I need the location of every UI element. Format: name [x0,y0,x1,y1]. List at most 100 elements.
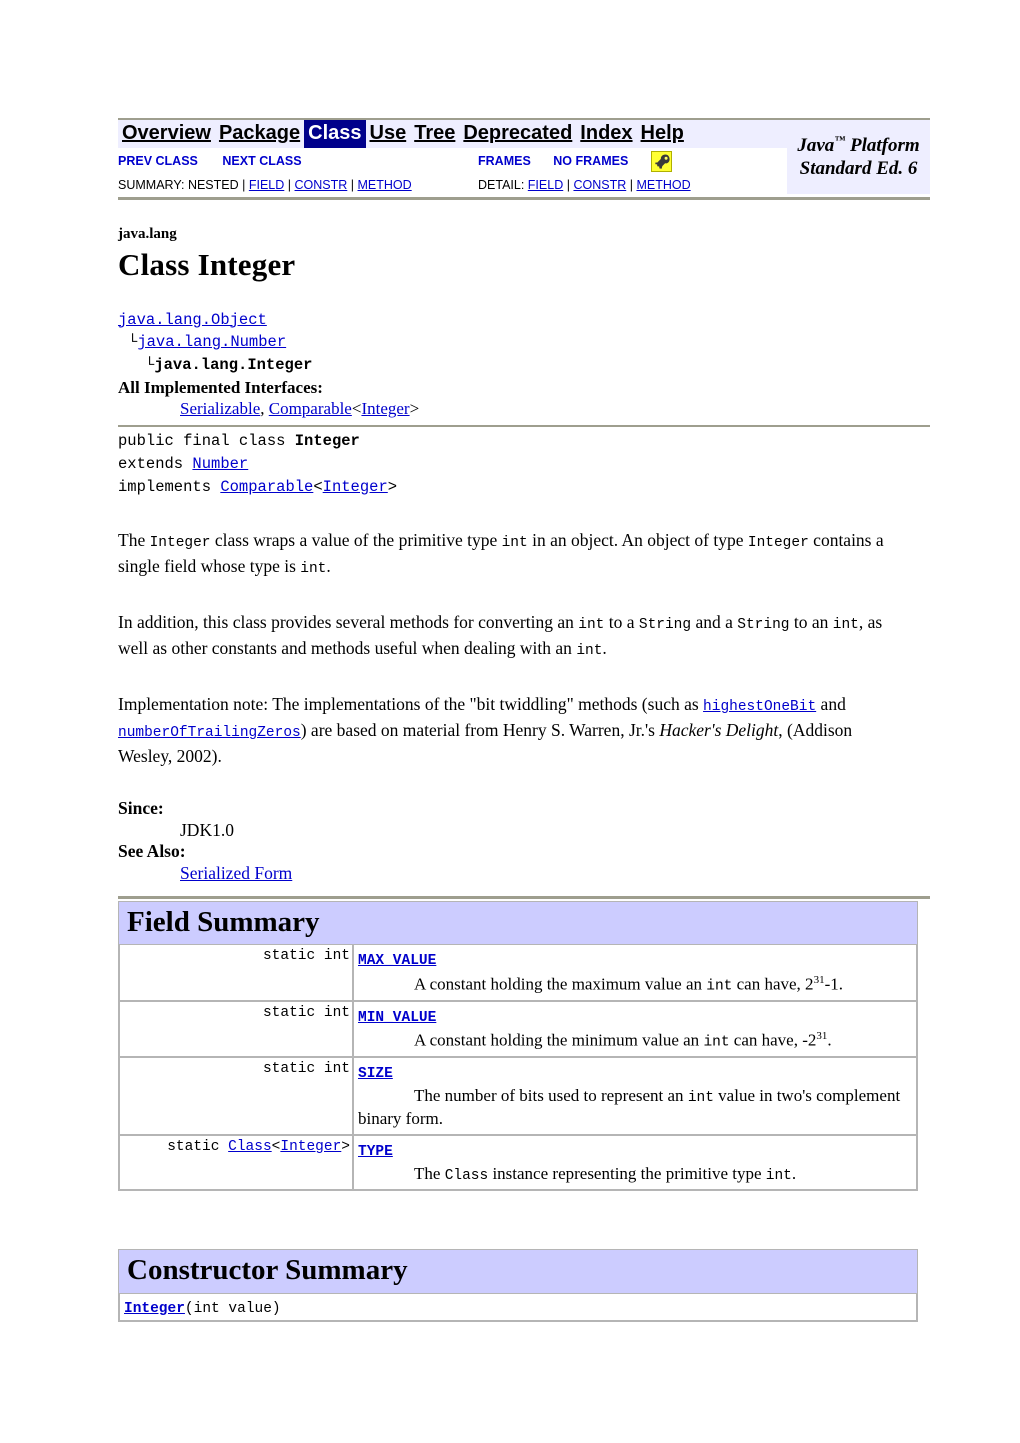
field-link-size[interactable]: SIZE [358,1066,393,1082]
field-summary-header-row: Field Summary [119,901,917,945]
declaration-implements-arg-link[interactable]: Integer [323,478,388,496]
table-row: static Class<Integer> TYPE The Class ins… [119,1134,917,1191]
field-link-max-value[interactable]: MAX_VALUE [358,953,436,969]
nav-link-list: Overview Package Class Use Tree Deprecat… [118,120,787,148]
field-link-type[interactable]: TYPE [358,1144,393,1160]
detail-label: DETAIL: FIELD | CONSTR | METHOD [478,177,691,192]
constructor-summary-header-row: Constructor Summary [119,1250,917,1293]
link-highest-one-bit[interactable]: highestOneBit [703,699,816,715]
nav-bottom-divider [118,196,930,200]
summary-constr-link[interactable]: CONSTR [295,178,348,192]
generic-close-bracket: > [409,399,420,419]
tree-corner-icon-1: └ [128,333,138,352]
implemented-interfaces-title: All Implemented Interfaces: [118,378,323,398]
tree-corner-icon-2: └ [145,355,155,374]
package-name: java.lang [118,225,177,242]
declaration-line-2: extends Number [118,455,249,474]
sep-3: | [350,177,355,192]
nav-item-deprecated[interactable]: Deprecated [459,120,576,148]
class-hierarchy: java.lang.Object └java.lang.Number └java… [118,309,930,377]
see-also-label: See Also: [118,840,186,861]
field-summary-divider [118,895,930,899]
generic-open-bracket: < [351,399,362,419]
nav-item-index[interactable]: Index [576,120,636,148]
interface-link-comparable-arg[interactable]: Integer [361,399,409,418]
constructor-summary-header-cell: Constructor Summary [119,1250,917,1293]
next-class-link[interactable]: NEXT CLASS [222,154,301,168]
description-paragraph-2: In addition, this class provides several… [118,612,883,660]
all-classes-glyph [654,154,670,169]
interface-link-serializable[interactable]: Serializable [180,399,260,418]
field-summary-heading: Field Summary [127,905,320,938]
summary-method-link[interactable]: METHOD [358,178,412,192]
summary-nested: NESTED [187,177,239,192]
sep-5: | [629,177,633,192]
detail-links-cell: DETAIL: FIELD | CONSTR | METHOD [478,174,787,194]
javadoc-page: Overview Package Class Use Tree Deprecat… [0,0,1020,1443]
nav-item-tree[interactable]: Tree [410,120,459,148]
frames-link[interactable]: FRAMES [478,154,531,168]
declaration-line-3: implements Comparable<Integer> [118,477,398,496]
detail-constr-link[interactable]: CONSTR [573,178,626,192]
declaration-class-name: Integer [294,432,360,451]
implemented-interfaces-list: Serializable, Comparable<Integer> [118,399,930,419]
hierarchy-level-3: └java.lang.Integer [118,354,930,377]
navigation-bar: Overview Package Class Use Tree Deprecat… [118,118,930,194]
nav-item-use[interactable]: Use [366,120,411,148]
since-value: JDK1.0 [180,819,234,840]
field-desc-type: The Class instance representing the prim… [414,1164,797,1185]
constructor-entry-integer: Integer(int value) [119,1292,917,1321]
since-label: Since: [118,797,164,818]
constructor-summary-heading: Constructor Summary [127,1254,408,1287]
see-also-value: Serialized Form [118,863,930,884]
table-row: static int SIZE The number of bits used … [119,1056,917,1135]
hierarchy-level-1: java.lang.Object [118,309,930,332]
field-type-class-link[interactable]: Class [228,1139,272,1155]
interface-link-comparable[interactable]: Comparable [269,399,352,418]
trademark-symbol: ™ [834,134,846,147]
field-desc-max-value: A constant holding the maximum value an … [414,973,843,995]
field-entry-max-value: MAX_VALUE A constant holding the maximum… [353,944,917,1001]
link-number-of-trailing-zeros[interactable]: numberOfTrailingZeros [118,725,301,741]
field-type-max-value: static int [119,944,353,1001]
hierarchy-link-number[interactable]: java.lang.Number [137,333,286,351]
detail-method-link[interactable]: METHOD [636,178,690,192]
table-row: static int MAX_VALUE A constant holding … [119,944,917,1001]
nav-links-cell: Overview Package Class Use Tree Deprecat… [118,119,787,148]
field-summary-table: Field Summary static int MAX_VALUE A con… [118,900,918,1192]
hierarchy-level-2: └java.lang.Number [118,331,930,354]
serialized-form-link[interactable]: Serialized Form [180,863,292,883]
nav-item-class[interactable]: Class [304,120,366,148]
summary-links-cell: SUMMARY: NESTED | FIELD | CONSTR | METHO… [118,174,478,194]
sep-1: | [242,177,246,192]
field-link-min-value[interactable]: MIN_VALUE [358,1010,436,1026]
field-type-min-value: static int [119,1000,353,1057]
no-frames-link[interactable]: NO FRAMES [553,154,628,168]
detail-field-link[interactable]: FIELD [528,178,563,192]
brand-line-2: Standard Ed. 6 [799,157,918,179]
summary-label: SUMMARY: NESTED | FIELD | CONSTR | METHO… [118,177,412,192]
sep-4: | [566,177,570,192]
hierarchy-link-object[interactable]: java.lang.Object [118,311,267,329]
constructor-signature: Integer(int value) [124,1300,281,1317]
declaration-implements-link[interactable]: Comparable [220,478,313,496]
summary-field-link[interactable]: FIELD [249,178,284,192]
nav-item-overview[interactable]: Overview [118,120,215,148]
constructor-link-integer[interactable]: Integer [124,1301,185,1317]
field-type-integer-link[interactable]: Integer [280,1139,341,1155]
prev-class-link[interactable]: PREV CLASS [118,154,198,168]
declaration-extends-link[interactable]: Number [192,455,248,473]
nav-primary-row: Overview Package Class Use Tree Deprecat… [118,119,930,179]
class-declaration: public final class Integer extends Numbe… [118,430,930,498]
all-classes-icon[interactable] [650,150,672,172]
nav-prevnext-frames-cell: PREV CLASS NEXT CLASS FRAMES NO FRAMES [118,148,787,172]
nav-item-package[interactable]: Package [215,120,304,148]
book-title: Hacker's Delight [659,720,779,741]
nav-item-help[interactable]: Help [637,120,688,148]
field-desc-min-value: A constant holding the minimum value an … [414,1029,832,1051]
field-desc-size: The number of bits used to represent an … [358,1086,901,1129]
java-platform-brand: Java™ Platform Standard Ed. 6 [787,119,930,194]
hierarchy-current-class: java.lang.Integer [154,355,313,374]
description-paragraph-1: The Integer class wraps a value of the p… [118,530,884,578]
